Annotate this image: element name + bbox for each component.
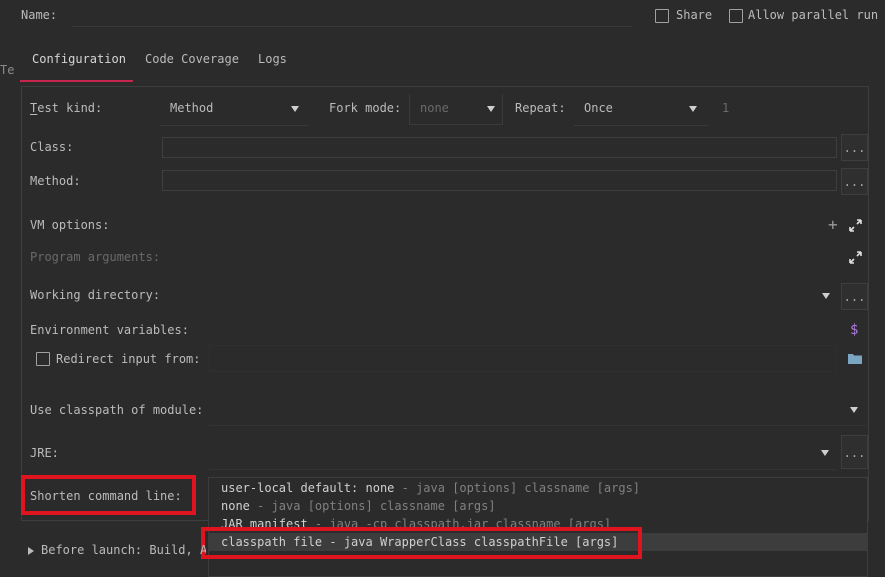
jre-browse-button[interactable]: ...: [841, 435, 868, 469]
highlight-shorten-label: [21, 475, 196, 515]
share-label[interactable]: Share: [676, 8, 712, 22]
option-key: user-local default: none: [221, 481, 395, 495]
left-clip-text: Te: [0, 63, 15, 77]
name-input[interactable]: [72, 4, 632, 27]
jre-dropdown[interactable]: [209, 437, 837, 470]
fork-mode-label: Fork mode:: [329, 101, 402, 115]
allow-parallel-checkbox[interactable]: [729, 9, 743, 23]
class-input[interactable]: [162, 137, 837, 158]
repeat-label: Repeat:: [515, 101, 566, 115]
share-checkbox[interactable]: [655, 9, 669, 23]
program-args-label: Program arguments:: [30, 250, 161, 264]
class-browse-button[interactable]: ...: [841, 134, 868, 161]
option-desc: - java [options] classname [args]: [394, 481, 641, 495]
test-kind-dropdown[interactable]: Method: [160, 94, 308, 126]
before-launch-expand-icon[interactable]: [28, 547, 34, 555]
tab-configuration-label: Configuration: [32, 52, 126, 66]
tab-configuration[interactable]: Configuration: [20, 42, 133, 82]
chevron-down-icon: [291, 106, 299, 112]
working-dir-browse-button[interactable]: ...: [841, 283, 868, 310]
chevron-down-icon: [689, 106, 697, 112]
method-input[interactable]: [162, 170, 837, 191]
fork-mode-value: none: [420, 101, 449, 115]
class-label: Class:: [30, 140, 74, 154]
repeat-value: Once: [584, 101, 613, 115]
classpath-module-label: Use classpath of module:: [30, 403, 204, 417]
option-key: none: [221, 499, 250, 513]
chevron-down-icon: [850, 407, 858, 413]
test-kind-value: Method: [170, 101, 214, 115]
dollar-icon[interactable]: $: [850, 322, 858, 338]
list-item[interactable]: user-local default: none - java [options…: [209, 479, 867, 497]
option-desc: - java [options] classname [args]: [249, 499, 496, 513]
allow-parallel-label[interactable]: Allow parallel run: [748, 8, 878, 22]
before-launch-label[interactable]: Before launch: Build, Ac: [41, 543, 206, 557]
chevron-down-icon: [821, 450, 829, 456]
expand-icon[interactable]: [849, 251, 862, 264]
classpath-module-dropdown[interactable]: [209, 395, 867, 426]
tab-code-coverage[interactable]: Code Coverage: [145, 52, 239, 66]
redirect-input-field[interactable]: [209, 345, 837, 372]
tab-logs[interactable]: Logs: [258, 52, 287, 66]
vm-options-label: VM options:: [30, 218, 110, 232]
plus-icon[interactable]: +: [828, 215, 838, 234]
folder-icon[interactable]: [848, 353, 862, 364]
repeat-dropdown[interactable]: Once: [574, 94, 708, 126]
method-browse-button[interactable]: ...: [841, 168, 868, 195]
redirect-input-checkbox[interactable]: [36, 352, 50, 366]
working-dir-label: Working directory:: [30, 288, 161, 302]
list-item[interactable]: none - java [options] classname [args]: [209, 497, 867, 515]
tab-active-underline: [20, 80, 133, 82]
jre-label: JRE:: [30, 446, 59, 460]
method-label: Method:: [30, 174, 81, 188]
test-kind-label: Test kind:: [30, 101, 103, 115]
expand-icon[interactable]: [849, 219, 862, 232]
repeat-count-field[interactable]: 1: [722, 101, 729, 115]
env-vars-label: Environment variables:: [30, 323, 189, 337]
name-label: Name:: [21, 8, 58, 22]
test-kind-label-text: est kind:: [37, 101, 103, 115]
chevron-down-icon: [487, 106, 495, 112]
redirect-input-label[interactable]: Redirect input from:: [56, 352, 201, 366]
highlight-selected-option: [201, 527, 642, 559]
chevron-down-icon[interactable]: [822, 293, 830, 299]
fork-mode-dropdown[interactable]: none: [409, 94, 503, 125]
